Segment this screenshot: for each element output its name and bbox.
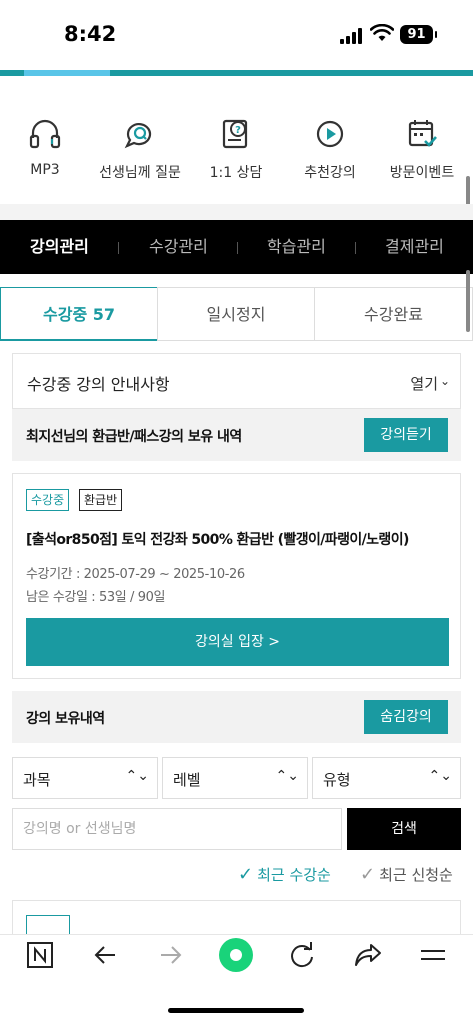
quick-item-label: 선생님께 질문	[99, 165, 181, 181]
play-circle-icon	[316, 120, 344, 148]
subject-select[interactable]: 과목 ⌃⌄	[12, 757, 158, 799]
naver-n-icon	[27, 942, 53, 968]
share-arrow-icon	[355, 944, 381, 966]
subject-select-value: 과목	[23, 771, 51, 789]
course-period: 수강기간 : 2025-07-29 ~ 2025-10-26	[26, 567, 245, 582]
section-gap	[0, 204, 473, 220]
search-button[interactable]: 검색	[347, 808, 461, 850]
page-progress-strip	[0, 70, 473, 76]
course-remaining: 남은 수강일 : 53일 / 90일	[26, 590, 166, 605]
green-dot-icon	[219, 938, 253, 972]
course-card: 수강중 환급반 [출석or850점] 토익 전강좌 500% 환급반 (빨갱이/…	[12, 473, 461, 679]
lecture-top-nav: 강의관리 수강관리 학습관리 결제관리	[0, 220, 473, 274]
notice-toggle[interactable]: 열기	[410, 373, 438, 394]
hamburger-icon	[421, 950, 445, 960]
quick-item-label: MP3	[30, 162, 60, 178]
check-icon: ✓	[238, 864, 254, 885]
pass-section-header: 최지선님의 환급반/패스강의 보유 내역 강의듣기	[12, 409, 461, 461]
nav-tab-payment-manage[interactable]: 결제관리	[385, 220, 444, 274]
status-badge: 수강중	[26, 489, 70, 511]
wifi-icon	[370, 24, 394, 41]
updown-chevron-icon: ⌃⌄	[275, 768, 299, 784]
lecture-section-title: 강의 보유내역	[26, 711, 105, 727]
lecture-search: 검색	[12, 808, 461, 850]
calendar-check-icon	[408, 120, 437, 147]
naver-home-button[interactable]	[18, 935, 62, 975]
battery-icon: 91	[400, 25, 437, 44]
green-dot-button[interactable]	[214, 935, 258, 975]
status-bar: 8:42 91	[0, 0, 473, 70]
course-title[interactable]: [출석or850점] 토익 전강좌 500% 환급반 (빨갱이/파랭이/노랭이)	[26, 529, 409, 549]
tab-paused[interactable]: 일시정지	[157, 287, 315, 341]
chat-question-icon	[124, 123, 152, 149]
forward-button[interactable]	[149, 935, 193, 975]
type-badge: 환급반	[79, 489, 123, 511]
type-select[interactable]: 유형 ⌃⌄	[312, 757, 461, 799]
quick-item-label: 추천강의	[304, 165, 356, 181]
refresh-button[interactable]	[280, 935, 324, 975]
search-input[interactable]	[12, 808, 342, 850]
listen-lecture-button[interactable]: 강의듣기	[364, 418, 448, 452]
quick-item-question[interactable]: 선생님께 질문	[90, 108, 190, 182]
nav-tab-lecture-manage[interactable]: 강의관리	[30, 220, 89, 274]
consult-icon: ?	[222, 119, 248, 149]
status-time: 8:42	[64, 22, 117, 46]
sort-recent-apply-label: 최근 신청순	[379, 866, 453, 884]
type-select-value: 유형	[323, 771, 351, 789]
lecture-filters: 과목 ⌃⌄ 레벨 ⌃⌄ 유형 ⌃⌄	[12, 757, 461, 799]
home-indicator[interactable]	[168, 1008, 304, 1013]
lecture-section-header: 강의 보유내역 숨김강의	[12, 691, 461, 743]
back-button[interactable]	[83, 935, 127, 975]
sort-recent-study[interactable]: ✓ 최근 수강순	[238, 864, 331, 888]
next-course-card-peek	[12, 900, 461, 935]
sort-recent-study-label: 최근 수강순	[257, 866, 331, 884]
nav-tab-course-manage[interactable]: 수강관리	[149, 220, 208, 274]
sort-recent-apply[interactable]: ✓ 최근 신청순	[360, 864, 453, 888]
course-notice-accordion[interactable]: 수강중 강의 안내사항 열기 ⌄	[12, 353, 461, 409]
pass-section-title: 최지선님의 환급반/패스강의 보유 내역	[26, 429, 242, 445]
arrow-right-icon	[161, 946, 182, 964]
quick-item-mp3[interactable]: MP3	[0, 108, 95, 178]
updown-chevron-icon: ⌃⌄	[428, 768, 452, 784]
menu-button[interactable]	[411, 935, 455, 975]
quick-menu: MP3 선생님께 질문 ? 1:1 상담 추천강의 방문이벤트	[0, 108, 473, 198]
signal-icon	[340, 28, 364, 44]
arrow-left-icon	[94, 946, 115, 964]
tab-completed[interactable]: 수강완료	[314, 287, 473, 341]
updown-chevron-icon: ⌃⌄	[125, 768, 149, 784]
quick-item-event[interactable]: 방문이벤트	[372, 108, 472, 182]
svg-text:?: ?	[235, 125, 241, 136]
tab-in-progress[interactable]: 수강중 57	[0, 287, 158, 341]
check-icon: ✓	[360, 864, 376, 885]
course-status-tabs: 수강중 57 일시정지 수강완료	[0, 287, 473, 341]
level-select[interactable]: 레벨 ⌃⌄	[162, 757, 308, 799]
page-scrollbar-secondary[interactable]	[466, 270, 470, 332]
enter-classroom-button[interactable]: 강의실 입장 >	[26, 618, 449, 666]
refresh-icon	[291, 942, 313, 968]
quick-item-label: 1:1 상담	[209, 165, 263, 181]
quick-item-consult[interactable]: ? 1:1 상담	[186, 108, 286, 182]
level-select-value: 레벨	[173, 771, 201, 789]
hidden-lecture-button[interactable]: 숨김강의	[364, 700, 448, 734]
chevron-down-icon: ⌄	[439, 374, 450, 388]
notice-title: 수강중 강의 안내사항	[27, 375, 170, 394]
headphones-icon	[29, 119, 61, 149]
quick-item-label: 방문이벤트	[389, 165, 455, 181]
share-button[interactable]	[346, 935, 390, 975]
nav-tab-study-manage[interactable]: 학습관리	[267, 220, 326, 274]
quick-item-recommend[interactable]: 추천강의	[280, 108, 380, 182]
